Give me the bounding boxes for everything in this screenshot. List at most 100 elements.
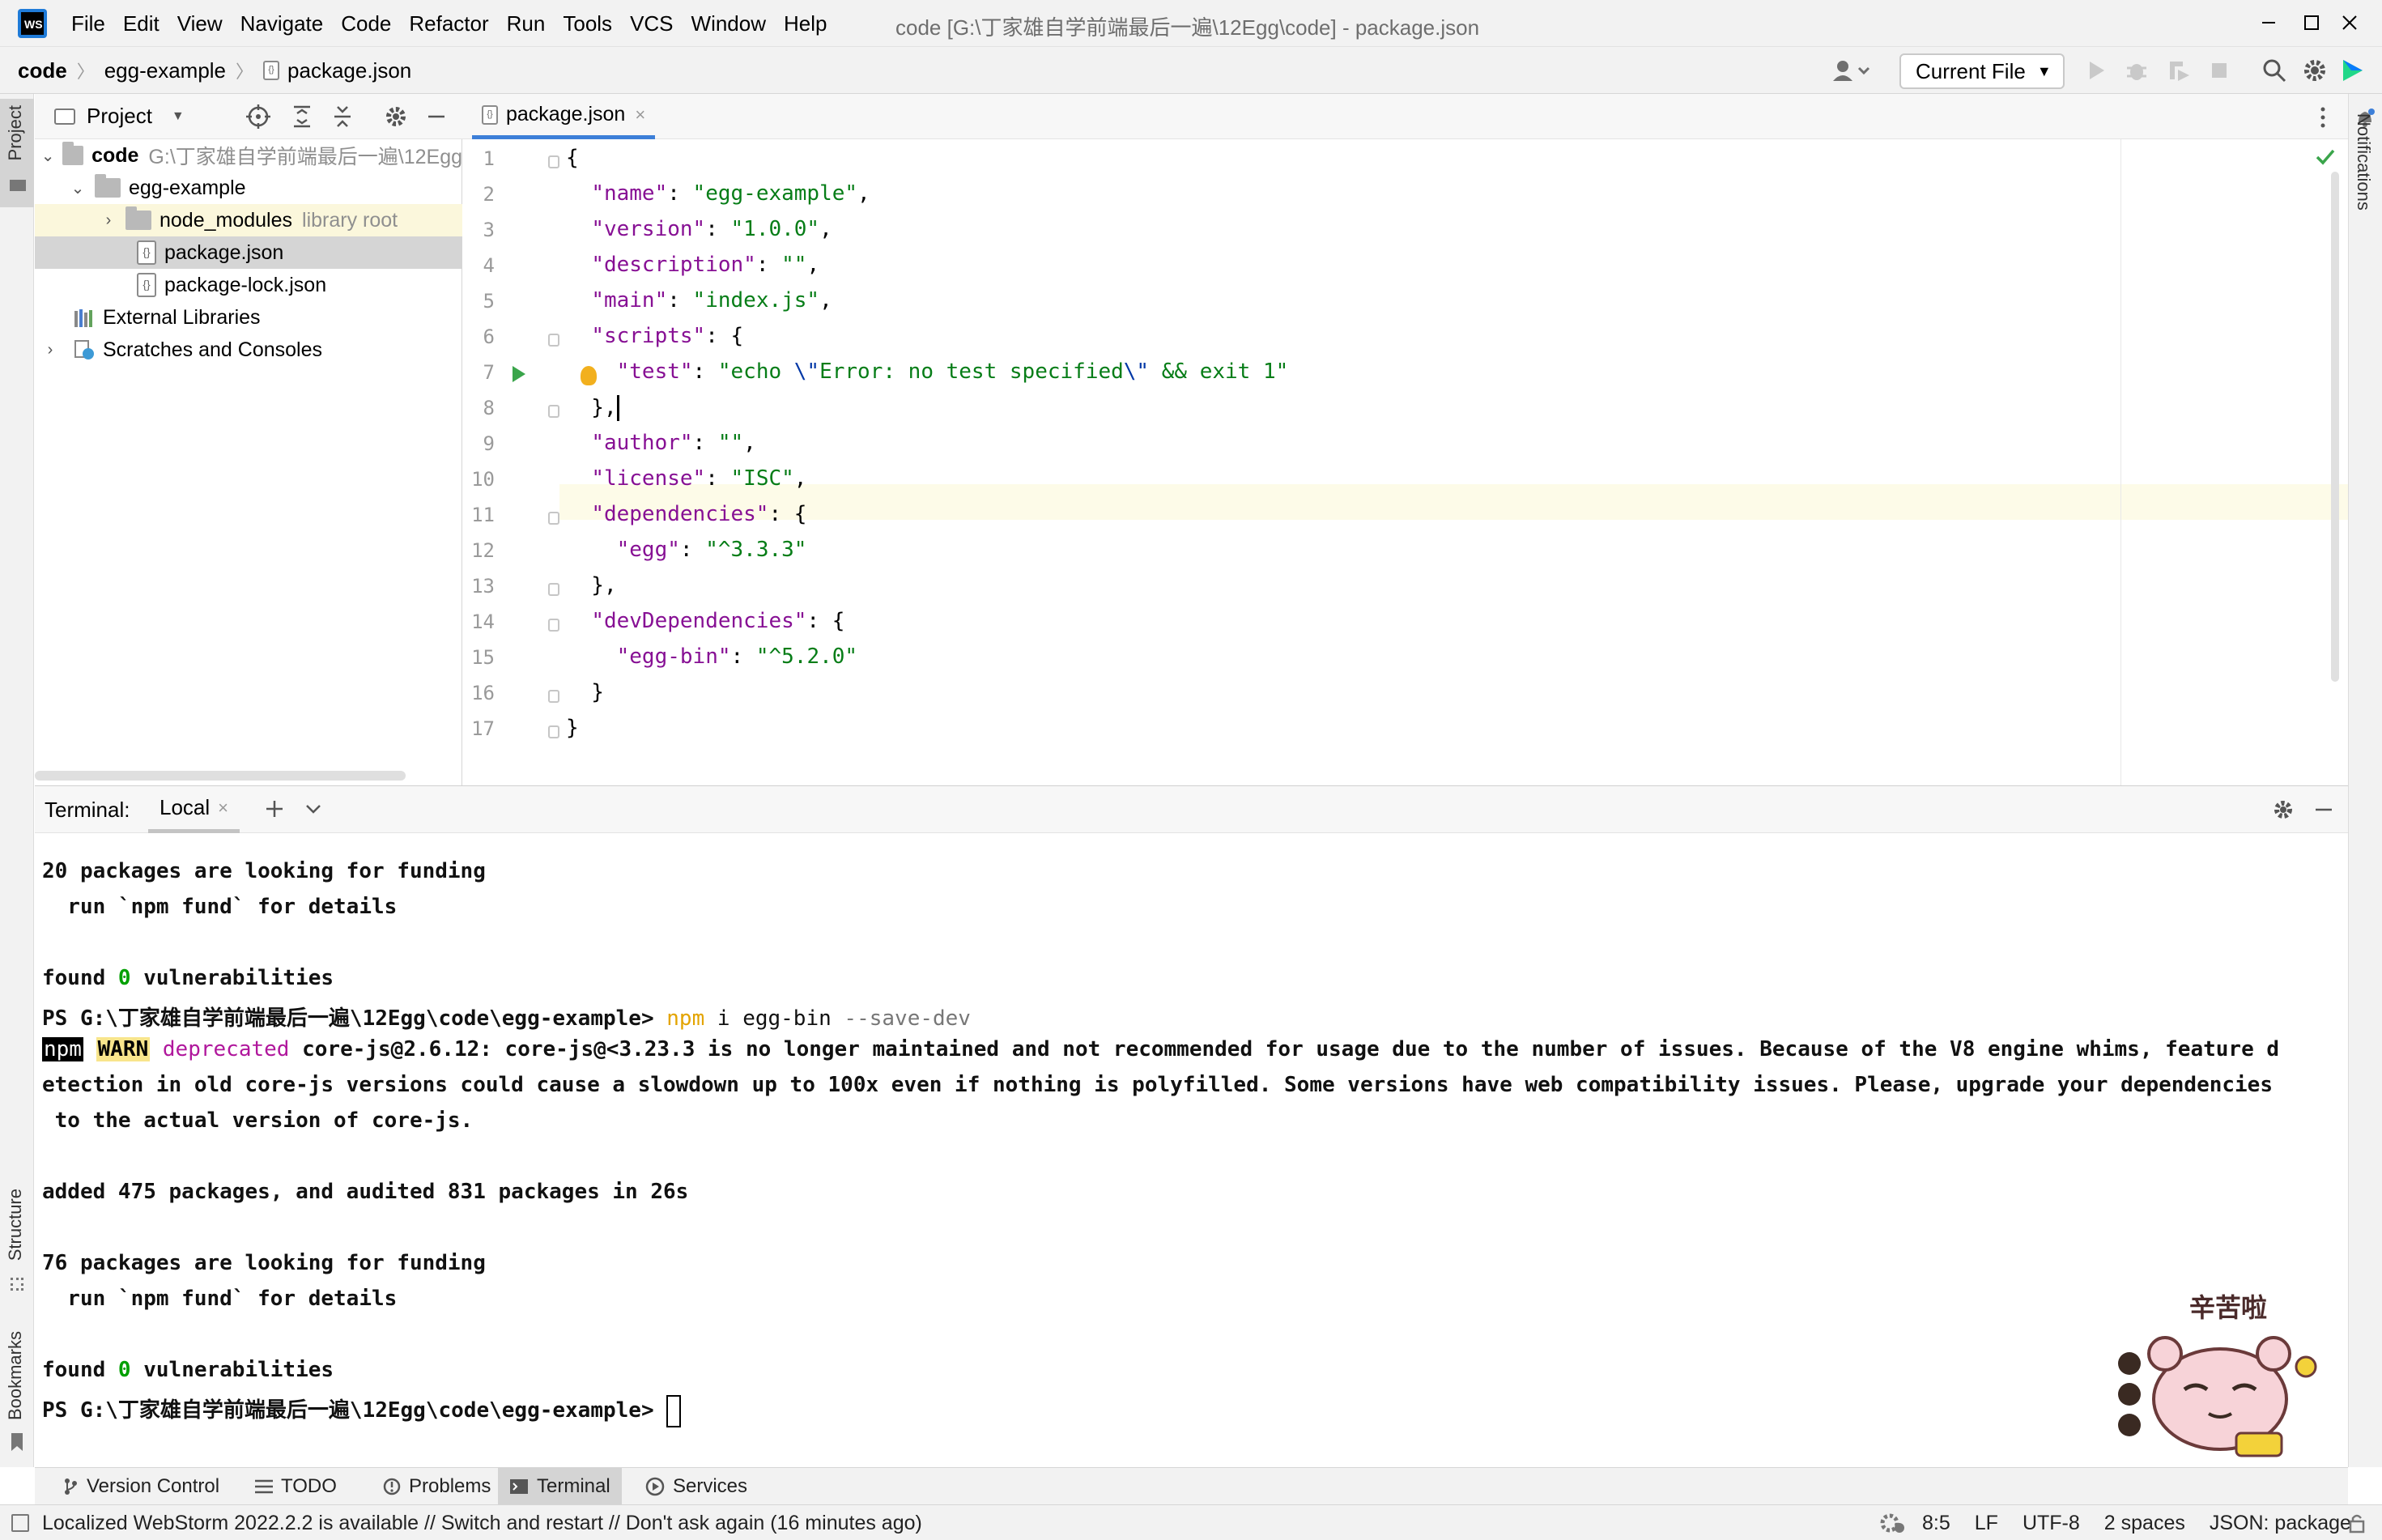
chevron-right-icon[interactable]: › bbox=[38, 341, 62, 359]
json-schema[interactable]: JSON: package bbox=[2210, 1512, 2351, 1535]
no-problems-check-icon[interactable] bbox=[2315, 147, 2336, 167]
code-token: "test" bbox=[616, 359, 693, 384]
chevron-down-icon[interactable]: ⌄ bbox=[66, 178, 90, 198]
code-token: "version" bbox=[591, 217, 706, 241]
tree-item-node-modules[interactable]: › node_modules library root bbox=[35, 204, 462, 236]
new-terminal-plus-icon[interactable] bbox=[263, 798, 286, 820]
close-tab-icon[interactable]: × bbox=[635, 104, 645, 125]
editor-vertical-scrollbar[interactable] bbox=[2331, 172, 2339, 682]
tool-tab-services[interactable]: Services bbox=[634, 1468, 759, 1505]
menu-item-code[interactable]: Code bbox=[341, 11, 391, 36]
terminal-line: found 0 vulnerabilities bbox=[42, 1358, 334, 1382]
menu-item-help[interactable]: Help bbox=[784, 11, 827, 36]
menu-item-view[interactable]: View bbox=[177, 11, 223, 36]
collapse-all-icon[interactable] bbox=[330, 104, 355, 130]
chevron-down-icon[interactable]: ⌄ bbox=[38, 146, 57, 166]
breadcrumb-separator-icon: 〉 bbox=[76, 62, 95, 82]
code-token: "echo bbox=[717, 359, 794, 384]
code-token: "devDependencies" bbox=[591, 609, 807, 633]
code-token: : bbox=[755, 253, 782, 277]
run-configuration-select[interactable]: Current File ▼ bbox=[1899, 53, 2065, 89]
project-stripe-label[interactable]: Project bbox=[5, 105, 26, 160]
svg-text:WS: WS bbox=[24, 18, 43, 31]
menu-item-window[interactable]: Window bbox=[691, 11, 766, 36]
menu-item-navigate[interactable]: Navigate bbox=[240, 11, 324, 36]
terminal-token: vulnerabilities bbox=[130, 1358, 334, 1382]
tool-tab-terminal[interactable]: Terminal bbox=[498, 1468, 622, 1505]
tree-item-egg-example[interactable]: ⌄ egg-example bbox=[35, 172, 462, 204]
file-encoding[interactable]: UTF-8 bbox=[2023, 1512, 2080, 1535]
coverage-icon[interactable] bbox=[2165, 57, 2193, 84]
structure-icon bbox=[11, 1278, 23, 1291]
project-panel: Project ▼ ⌄ code G:\丁家雄自学前端最后一遍\12Egg ⌄ … bbox=[35, 94, 462, 785]
menu-item-tools[interactable]: Tools bbox=[563, 11, 612, 36]
menu-item-run[interactable]: Run bbox=[507, 11, 546, 36]
breadcrumb-file[interactable]: package.json bbox=[287, 58, 411, 83]
terminal-output[interactable]: 20 packages are looking for funding run … bbox=[35, 833, 2348, 1468]
locate-file-icon[interactable] bbox=[245, 104, 271, 130]
minimize-icon[interactable] bbox=[2244, 6, 2293, 39]
breadcrumb-folder[interactable]: egg-example bbox=[104, 58, 226, 83]
tree-item-package-json[interactable]: {} package.json bbox=[35, 236, 462, 269]
line-separator[interactable]: LF bbox=[1975, 1512, 1998, 1535]
tree-item-scratches[interactable]: › Scratches and Consoles bbox=[35, 334, 462, 366]
terminal-tab-local[interactable]: Local × bbox=[148, 786, 240, 833]
project-horizontal-scrollbar[interactable] bbox=[35, 771, 406, 781]
menu-item-vcs[interactable]: VCS bbox=[630, 11, 673, 36]
expand-all-icon[interactable] bbox=[289, 104, 315, 130]
folder-icon bbox=[125, 206, 151, 230]
menu-item-edit[interactable]: Edit bbox=[123, 11, 160, 36]
hide-panel-icon[interactable] bbox=[2312, 798, 2336, 822]
menu-item-file[interactable]: File bbox=[71, 11, 105, 36]
close-tab-icon[interactable]: × bbox=[218, 798, 228, 819]
search-icon[interactable] bbox=[2261, 57, 2288, 84]
status-widgets: 8:5 LF UTF-8 2 spaces JSON: package bbox=[1922, 1512, 2376, 1535]
tool-tab-problems[interactable]: Problems bbox=[372, 1468, 502, 1505]
project-panel-header: Project ▼ bbox=[35, 94, 462, 139]
terminal-settings-gear-icon[interactable] bbox=[2271, 798, 2295, 822]
tree-label-scratches: Scratches and Consoles bbox=[103, 338, 322, 361]
chevron-right-icon[interactable]: › bbox=[96, 211, 121, 230]
code-area[interactable]: { "name": "egg-example", "version": "1.0… bbox=[462, 139, 2348, 785]
menu-item-refactor[interactable]: Refactor bbox=[409, 11, 488, 36]
hide-panel-icon[interactable] bbox=[423, 104, 449, 130]
debug-icon[interactable] bbox=[2123, 57, 2150, 84]
notifications-stripe-label[interactable]: Notifications bbox=[2353, 113, 2374, 211]
more-options-icon[interactable] bbox=[2318, 105, 2328, 130]
terminal-token: etection in old core-js versions could c… bbox=[42, 1073, 2273, 1097]
readonly-lock-icon[interactable] bbox=[2345, 1512, 2369, 1534]
settings-gear-icon[interactable] bbox=[2301, 57, 2329, 84]
bookmarks-stripe-label[interactable]: Bookmarks bbox=[5, 1331, 26, 1420]
close-window-icon[interactable] bbox=[2325, 6, 2374, 39]
tree-item-external-libraries[interactable]: External Libraries bbox=[35, 301, 462, 334]
code-line: }, bbox=[566, 395, 619, 421]
status-message[interactable]: Localized WebStorm 2022.2.2 is available… bbox=[42, 1512, 922, 1535]
caret-position[interactable]: 8:5 bbox=[1922, 1512, 1950, 1535]
tree-label-package-json: package.json bbox=[164, 240, 284, 264]
account-icon[interactable] bbox=[1830, 57, 1872, 84]
terminal-line: PS G:\丁家雄自学前端最后一遍\12Egg\code\egg-example… bbox=[42, 1393, 682, 1427]
code-line: "version": "1.0.0", bbox=[566, 217, 832, 241]
tree-item-code[interactable]: ⌄ code G:\丁家雄自学前端最后一遍\12Egg bbox=[35, 139, 462, 172]
code-with-me-icon[interactable] bbox=[2338, 57, 2366, 84]
tree-item-package-lock-json[interactable]: {} package-lock.json bbox=[35, 269, 462, 301]
panel-settings-gear-icon[interactable] bbox=[383, 104, 409, 130]
project-view-selector[interactable]: Project ▼ bbox=[54, 104, 185, 129]
code-line: "license": "ISC", bbox=[566, 466, 806, 491]
memory-indicator-icon[interactable] bbox=[1878, 1512, 1906, 1534]
tool-tab-todo[interactable]: TODO bbox=[244, 1468, 348, 1505]
code-token: "index.js" bbox=[692, 288, 820, 313]
code-line: "author": "", bbox=[566, 431, 756, 455]
stop-icon[interactable] bbox=[2205, 57, 2233, 84]
toggle-tool-windows-icon[interactable] bbox=[11, 1514, 29, 1532]
structure-stripe-label[interactable]: Structure bbox=[5, 1189, 26, 1261]
indent-setting[interactable]: 2 spaces bbox=[2104, 1512, 2185, 1535]
tool-tab-version-control[interactable]: Version Control bbox=[51, 1468, 231, 1505]
breadcrumb-root[interactable]: code bbox=[18, 58, 67, 83]
run-icon[interactable] bbox=[2082, 57, 2110, 84]
editor-tab-package-json[interactable]: {} package.json × bbox=[472, 94, 656, 139]
chevron-down-icon[interactable] bbox=[302, 798, 325, 820]
